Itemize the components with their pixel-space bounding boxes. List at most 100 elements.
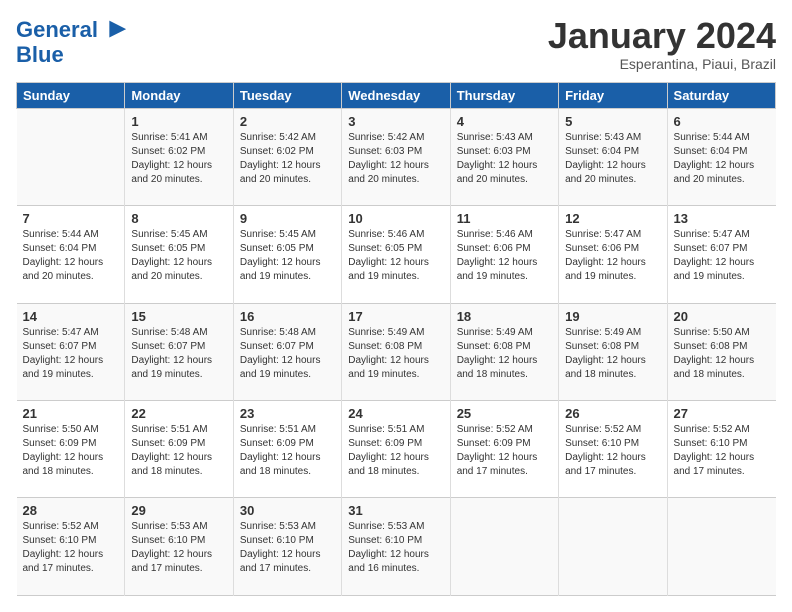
day-info: Sunrise: 5:48 AM Sunset: 6:07 PM Dayligh… bbox=[131, 326, 226, 382]
table-cell: 24 Sunrise: 5:51 AM Sunset: 6:09 PM Dayli… bbox=[342, 401, 450, 498]
day-info: Sunrise: 5:43 AM Sunset: 6:04 PM Dayligh… bbox=[565, 131, 660, 187]
calendar-table: Sunday Monday Tuesday Wednesday Thursday… bbox=[16, 82, 776, 596]
day-info: Sunrise: 5:44 AM Sunset: 6:04 PM Dayligh… bbox=[674, 131, 770, 187]
day-number: 21 bbox=[23, 406, 119, 421]
day-number: 12 bbox=[565, 211, 660, 226]
table-cell: 28Sunrise: 5:52 AM Sunset: 6:10 PM Dayli… bbox=[17, 498, 125, 596]
calendar-week-row: 21 Sunrise: 5:50 AM Sunset: 6:09 PM Dayli… bbox=[17, 401, 776, 498]
col-monday: Monday bbox=[125, 82, 233, 108]
day-info: Sunrise: 5:42 AM Sunset: 6:02 PM Dayligh… bbox=[240, 131, 335, 187]
day-info: Sunrise: 5:49 AM Sunset: 6:08 PM Dayligh… bbox=[457, 326, 552, 382]
table-cell: 13 Sunrise: 5:47 AM Sunset: 6:07 PM Dayli… bbox=[667, 206, 775, 303]
table-cell: 15 Sunrise: 5:48 AM Sunset: 6:07 PM Dayli… bbox=[125, 303, 233, 400]
table-cell: 5 Sunrise: 5:43 AM Sunset: 6:04 PM Daylig… bbox=[559, 108, 667, 205]
table-cell: 10Sunrise: 5:46 AM Sunset: 6:05 PM Dayli… bbox=[342, 206, 450, 303]
table-cell: 8 Sunrise: 5:45 AM Sunset: 6:05 PM Daylig… bbox=[125, 206, 233, 303]
logo-icon bbox=[100, 16, 128, 44]
day-number: 7 bbox=[23, 211, 119, 226]
day-info: Sunrise: 5:47 AM Sunset: 6:07 PM Dayligh… bbox=[674, 228, 770, 284]
day-number: 23 bbox=[240, 406, 335, 421]
day-number: 18 bbox=[457, 309, 552, 324]
day-number: 16 bbox=[240, 309, 335, 324]
day-info: Sunrise: 5:51 AM Sunset: 6:09 PM Dayligh… bbox=[348, 423, 443, 479]
table-cell: 27 Sunrise: 5:52 AM Sunset: 6:10 PM Dayli… bbox=[667, 401, 775, 498]
day-number: 29 bbox=[131, 503, 226, 518]
day-number: 13 bbox=[674, 211, 770, 226]
day-number: 8 bbox=[131, 211, 226, 226]
day-number: 31 bbox=[348, 503, 443, 518]
day-info: Sunrise: 5:45 AM Sunset: 6:05 PM Dayligh… bbox=[131, 228, 226, 284]
day-info: Sunrise: 5:50 AM Sunset: 6:09 PM Dayligh… bbox=[23, 423, 119, 479]
title-block: January 2024 Esperantina, Piaui, Brazil bbox=[548, 16, 776, 72]
table-cell: 6 Sunrise: 5:44 AM Sunset: 6:04 PM Daylig… bbox=[667, 108, 775, 205]
day-number: 26 bbox=[565, 406, 660, 421]
day-info: Sunrise: 5:49 AM Sunset: 6:08 PM Dayligh… bbox=[348, 326, 443, 382]
day-number: 9 bbox=[240, 211, 335, 226]
day-number: 17 bbox=[348, 309, 443, 324]
table-cell: 14 Sunrise: 5:47 AM Sunset: 6:07 PM Dayli… bbox=[17, 303, 125, 400]
day-info: Sunrise: 5:41 AM Sunset: 6:02 PM Dayligh… bbox=[131, 131, 226, 187]
table-cell: 12 Sunrise: 5:47 AM Sunset: 6:06 PM Dayli… bbox=[559, 206, 667, 303]
table-cell: 22 Sunrise: 5:51 AM Sunset: 6:09 PM Dayli… bbox=[125, 401, 233, 498]
day-number: 3 bbox=[348, 114, 443, 129]
day-info: Sunrise: 5:53 AM Sunset: 6:10 PM Dayligh… bbox=[240, 520, 335, 576]
table-cell: 25 Sunrise: 5:52 AM Sunset: 6:09 PM Dayli… bbox=[450, 401, 558, 498]
day-info: Sunrise: 5:42 AM Sunset: 6:03 PM Dayligh… bbox=[348, 131, 443, 187]
calendar-header-row: Sunday Monday Tuesday Wednesday Thursday… bbox=[17, 82, 776, 108]
col-thursday: Thursday bbox=[450, 82, 558, 108]
day-number: 25 bbox=[457, 406, 552, 421]
table-cell: 19 Sunrise: 5:49 AM Sunset: 6:08 PM Dayli… bbox=[559, 303, 667, 400]
day-number: 4 bbox=[457, 114, 552, 129]
col-sunday: Sunday bbox=[17, 82, 125, 108]
day-info: Sunrise: 5:47 AM Sunset: 6:07 PM Dayligh… bbox=[23, 326, 119, 382]
day-info: Sunrise: 5:46 AM Sunset: 6:06 PM Dayligh… bbox=[457, 228, 552, 284]
table-cell: 17 Sunrise: 5:49 AM Sunset: 6:08 PM Dayli… bbox=[342, 303, 450, 400]
table-cell: 11 Sunrise: 5:46 AM Sunset: 6:06 PM Dayli… bbox=[450, 206, 558, 303]
day-number: 30 bbox=[240, 503, 335, 518]
table-cell bbox=[559, 498, 667, 596]
table-cell: 29Sunrise: 5:53 AM Sunset: 6:10 PM Dayli… bbox=[125, 498, 233, 596]
day-info: Sunrise: 5:47 AM Sunset: 6:06 PM Dayligh… bbox=[565, 228, 660, 284]
day-info: Sunrise: 5:48 AM Sunset: 6:07 PM Dayligh… bbox=[240, 326, 335, 382]
logo-blue: Blue bbox=[16, 44, 128, 66]
table-cell bbox=[667, 498, 775, 596]
day-info: Sunrise: 5:52 AM Sunset: 6:10 PM Dayligh… bbox=[674, 423, 770, 479]
table-cell: 2 Sunrise: 5:42 AM Sunset: 6:02 PM Daylig… bbox=[233, 108, 341, 205]
table-cell: 4 Sunrise: 5:43 AM Sunset: 6:03 PM Daylig… bbox=[450, 108, 558, 205]
day-info: Sunrise: 5:45 AM Sunset: 6:05 PM Dayligh… bbox=[240, 228, 335, 284]
table-cell: 20Sunrise: 5:50 AM Sunset: 6:08 PM Dayli… bbox=[667, 303, 775, 400]
day-number: 27 bbox=[674, 406, 770, 421]
day-number: 2 bbox=[240, 114, 335, 129]
location: Esperantina, Piaui, Brazil bbox=[548, 56, 776, 72]
table-cell bbox=[17, 108, 125, 205]
day-number: 24 bbox=[348, 406, 443, 421]
day-number: 6 bbox=[674, 114, 770, 129]
calendar-week-row: 28Sunrise: 5:52 AM Sunset: 6:10 PM Dayli… bbox=[17, 498, 776, 596]
col-tuesday: Tuesday bbox=[233, 82, 341, 108]
logo: General Blue bbox=[16, 16, 128, 66]
day-number: 19 bbox=[565, 309, 660, 324]
day-number: 14 bbox=[23, 309, 119, 324]
day-number: 15 bbox=[131, 309, 226, 324]
table-cell: 7Sunrise: 5:44 AM Sunset: 6:04 PM Daylig… bbox=[17, 206, 125, 303]
table-cell: 31 Sunrise: 5:53 AM Sunset: 6:10 PM Dayli… bbox=[342, 498, 450, 596]
table-cell: 21 Sunrise: 5:50 AM Sunset: 6:09 PM Dayli… bbox=[17, 401, 125, 498]
table-cell: 26Sunrise: 5:52 AM Sunset: 6:10 PM Dayli… bbox=[559, 401, 667, 498]
day-number: 22 bbox=[131, 406, 226, 421]
col-saturday: Saturday bbox=[667, 82, 775, 108]
day-info: Sunrise: 5:52 AM Sunset: 6:10 PM Dayligh… bbox=[23, 520, 119, 576]
day-number: 5 bbox=[565, 114, 660, 129]
day-info: Sunrise: 5:53 AM Sunset: 6:10 PM Dayligh… bbox=[348, 520, 443, 576]
day-number: 11 bbox=[457, 211, 552, 226]
day-info: Sunrise: 5:50 AM Sunset: 6:08 PM Dayligh… bbox=[674, 326, 770, 382]
day-info: Sunrise: 5:49 AM Sunset: 6:08 PM Dayligh… bbox=[565, 326, 660, 382]
table-cell: 9 Sunrise: 5:45 AM Sunset: 6:05 PM Daylig… bbox=[233, 206, 341, 303]
day-number: 1 bbox=[131, 114, 226, 129]
header: General Blue January 2024 Esperantina, P… bbox=[16, 16, 776, 72]
day-info: Sunrise: 5:51 AM Sunset: 6:09 PM Dayligh… bbox=[131, 423, 226, 479]
day-number: 10 bbox=[348, 211, 443, 226]
table-cell bbox=[450, 498, 558, 596]
day-info: Sunrise: 5:52 AM Sunset: 6:09 PM Dayligh… bbox=[457, 423, 552, 479]
day-info: Sunrise: 5:43 AM Sunset: 6:03 PM Dayligh… bbox=[457, 131, 552, 187]
table-cell: 16 Sunrise: 5:48 AM Sunset: 6:07 PM Dayli… bbox=[233, 303, 341, 400]
